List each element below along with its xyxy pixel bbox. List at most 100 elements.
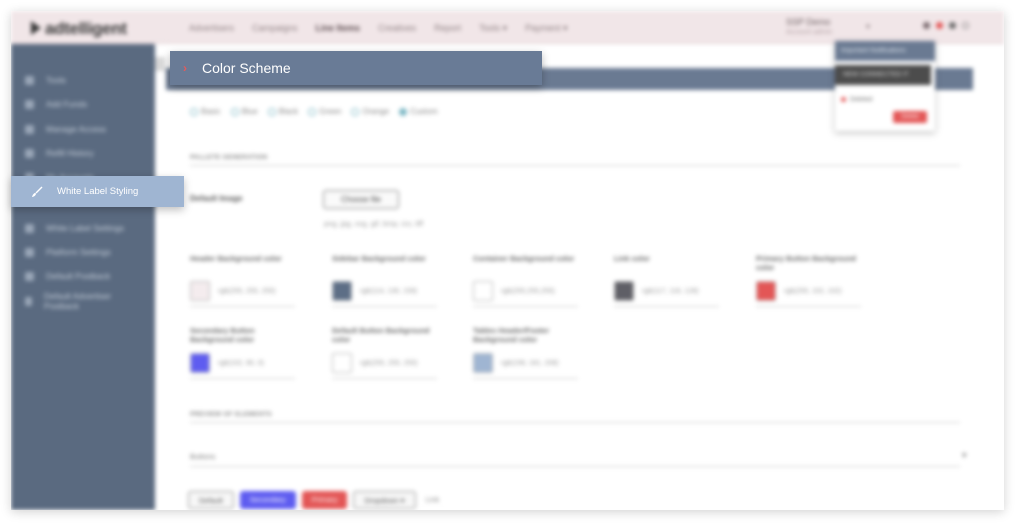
sidebar-item-platform-settings[interactable]: Platform Settings xyxy=(25,247,111,257)
sidebar-item-label: Refill History xyxy=(46,148,94,158)
logo-text: adtelligent xyxy=(45,19,127,38)
preview-primary-button[interactable]: Primary xyxy=(301,491,348,509)
nav-tools[interactable]: Tools ▾ xyxy=(479,23,507,34)
input-underline xyxy=(614,306,719,307)
input-underline xyxy=(332,378,437,379)
app-window: adtelligent Advertisers Campaigns Line I… xyxy=(11,11,1004,510)
top-icons xyxy=(923,22,969,29)
notifications-dropdown: Important Notifications NEW CONNECTED IT… xyxy=(835,41,935,131)
color-swatch[interactable] xyxy=(332,281,352,301)
notification-status-label: Deleted xyxy=(850,96,873,103)
chevron-down-icon[interactable]: ▾ xyxy=(962,450,967,461)
radio-label: Black xyxy=(278,107,299,116)
sidebar-item-add-funds[interactable]: Add Funds xyxy=(25,99,87,109)
nav-creatives[interactable]: Creatives xyxy=(378,23,416,34)
sidebar-item-white-label-settings[interactable]: White Label Settings xyxy=(25,223,124,233)
color-field-label: Link color xyxy=(614,254,650,263)
user-icon xyxy=(25,75,34,85)
preview-secondary-button[interactable]: Secondary xyxy=(239,491,296,509)
color-value-input[interactable]: rgb(255,255,255) xyxy=(501,288,555,295)
sidebar-item-tools[interactable]: Tools xyxy=(25,75,66,85)
nav-report[interactable]: Report xyxy=(434,23,461,34)
radio-label: Blue xyxy=(241,107,258,116)
color-scheme-header[interactable]: › Color Scheme xyxy=(170,51,542,85)
nav-campaigns[interactable]: Campaigns xyxy=(252,23,298,34)
account-caret-icon: ▾ xyxy=(866,22,871,31)
tables-header-footer-bg-color-field: Tables Header/Footer Background color rg… xyxy=(473,326,583,379)
radio-label: Basic xyxy=(201,107,221,116)
color-value-input[interactable]: rgb(102, 90, 0) xyxy=(218,360,264,367)
blurred-background: adtelligent Advertisers Campaigns Line I… xyxy=(11,11,1004,510)
power-icon[interactable] xyxy=(962,22,969,29)
color-value-input[interactable]: rgb(255, 255, 255) xyxy=(360,360,418,367)
account-switcher[interactable]: SSP Demo Account admin ▾ xyxy=(786,17,870,36)
link-color-field: Link color rgb(117, 116, 128) xyxy=(614,254,724,307)
radio-orange[interactable]: Orange xyxy=(351,107,389,116)
default-image-label: Default Image xyxy=(190,194,243,203)
preview-dropdown-button[interactable]: Dropdown ▾ xyxy=(353,491,416,509)
color-field-label: Secondary Button Background color xyxy=(190,326,255,344)
color-value-input[interactable]: rgb(255, 255, 255) xyxy=(218,288,276,295)
color-value-input[interactable]: rgb(158, 181, 208) xyxy=(501,360,559,367)
color-swatch[interactable] xyxy=(190,281,210,301)
gear-icon xyxy=(25,247,34,257)
logo[interactable]: adtelligent xyxy=(31,19,127,39)
radio-black[interactable]: Black xyxy=(267,107,299,116)
buttons-accordion[interactable]: Buttons xyxy=(190,452,215,461)
help-icon[interactable] xyxy=(949,22,956,29)
paint-brush-icon xyxy=(32,186,43,197)
color-swatch[interactable] xyxy=(473,281,493,301)
radio-basic[interactable]: Basic xyxy=(190,107,221,116)
radio-custom[interactable]: Custom xyxy=(399,107,438,116)
divider xyxy=(190,422,960,423)
notification-bell-icon[interactable] xyxy=(923,22,930,29)
color-value-input[interactable]: rgb(117, 116, 128) xyxy=(642,288,699,295)
color-swatch[interactable] xyxy=(756,281,776,301)
nav-line-items[interactable]: Line Items xyxy=(316,23,361,34)
sidebar-item-refill-history[interactable]: Refill History xyxy=(25,148,94,158)
choose-file-button[interactable]: Choose file xyxy=(323,190,399,209)
sidebar-item-default-advertiser-postback[interactable]: Default Advertiser Postback xyxy=(25,291,125,311)
preview-default-button[interactable]: Default xyxy=(188,491,234,509)
sidebar: Tools Add Funds Manage Access Refill His… xyxy=(11,44,155,510)
sidebar-bg-color-field: Sidebar Background color rgb(114, 130, 1… xyxy=(332,254,442,307)
radio-green[interactable]: Green xyxy=(308,107,341,116)
radio-circle-icon xyxy=(230,107,239,116)
notification-delete-button[interactable]: Delete xyxy=(893,111,927,123)
file-types-hint: png, jpg, svg, gif, bmp, ico, tiff xyxy=(324,219,424,228)
radio-checked-icon xyxy=(399,107,408,116)
color-swatch[interactable] xyxy=(473,353,493,373)
top-bar: adtelligent Advertisers Campaigns Line I… xyxy=(11,11,1004,44)
top-nav: Advertisers Campaigns Line Items Creativ… xyxy=(189,23,568,34)
sidebar-item-label: Default Advertiser Postback xyxy=(43,291,112,311)
primary-button-bg-color-field: Primary Button Background color rgb(255,… xyxy=(756,254,866,307)
link-icon xyxy=(25,271,34,281)
notification-item[interactable]: NEW CONNECTED IT xyxy=(835,65,931,85)
divider xyxy=(190,165,960,166)
sidebar-collapse-handle[interactable] xyxy=(155,57,165,71)
chevron-right-icon: › xyxy=(183,61,187,75)
sidebar-item-white-label-styling[interactable]: White Label Styling xyxy=(11,176,184,207)
input-underline xyxy=(190,306,295,307)
nav-payment[interactable]: Payment ▾ xyxy=(525,23,568,34)
color-swatch[interactable] xyxy=(190,353,210,373)
color-field-label: Container Background color xyxy=(473,254,575,263)
sidebar-item-default-postback[interactable]: Default Postback xyxy=(25,271,110,281)
color-value-input[interactable]: rgb(114, 130, 159) xyxy=(360,288,417,295)
sidebar-item-label: White Label Styling xyxy=(57,186,139,197)
sidebar-item-label: Manage Access xyxy=(46,124,107,134)
radio-blue[interactable]: Blue xyxy=(230,107,258,116)
color-field-label: Primary Button Background color xyxy=(756,254,857,272)
preview-link-button[interactable]: Link xyxy=(422,491,444,509)
nav-advertisers[interactable]: Advertisers xyxy=(189,23,234,34)
color-value-input[interactable]: rgb(255, 102, 102) xyxy=(784,288,842,295)
color-swatch[interactable] xyxy=(332,353,352,373)
radio-circle-icon xyxy=(190,107,198,116)
key-icon xyxy=(25,124,34,134)
sidebar-item-manage-access[interactable]: Manage Access xyxy=(25,124,106,134)
color-swatch[interactable] xyxy=(614,281,634,301)
notification-status: Deleted xyxy=(841,96,872,103)
radio-label: Green xyxy=(319,107,342,116)
radio-circle-icon xyxy=(267,107,276,116)
link-icon xyxy=(25,296,32,306)
